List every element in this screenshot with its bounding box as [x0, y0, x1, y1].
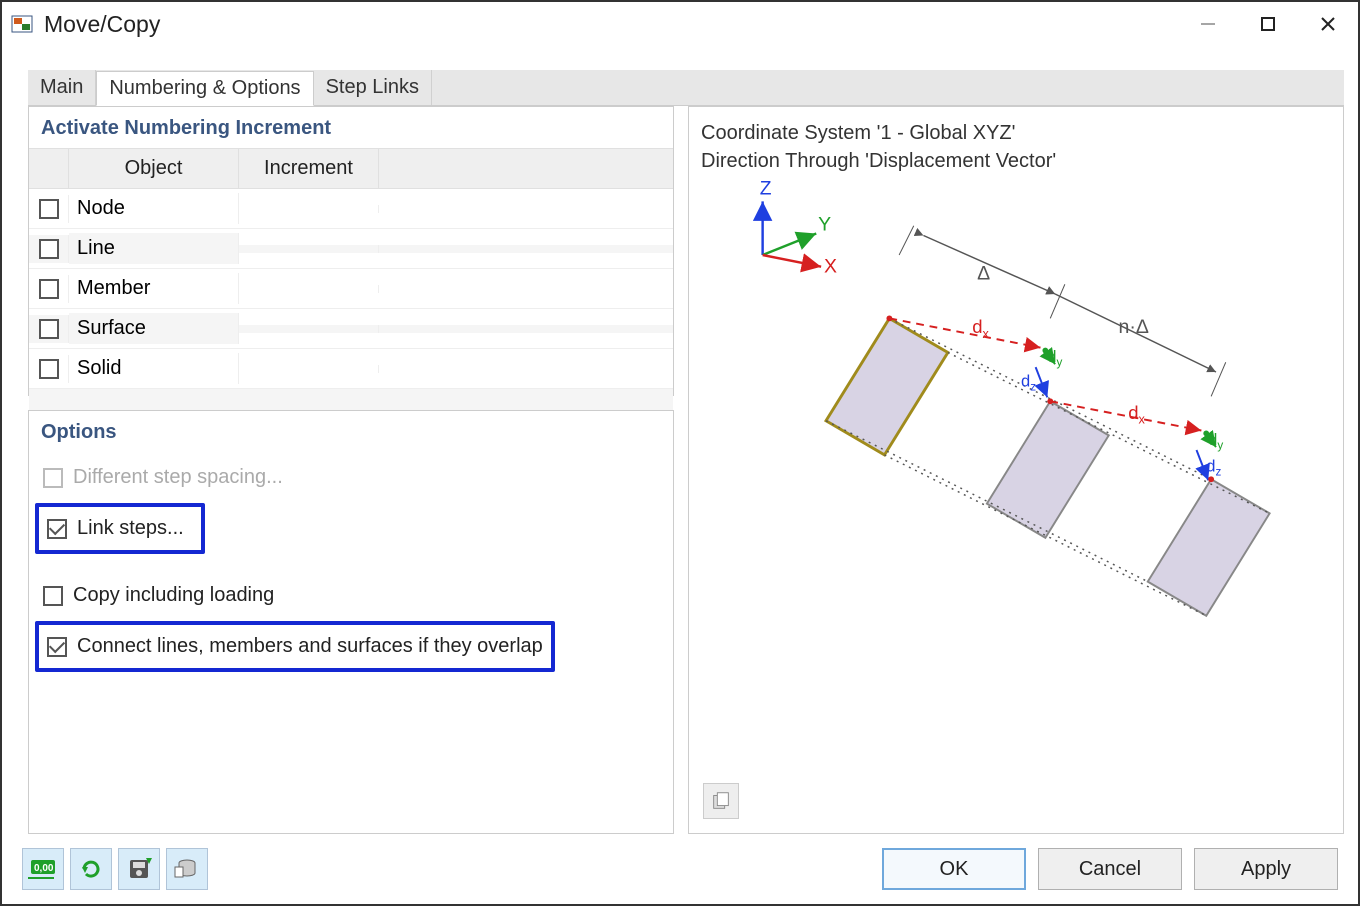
- row-node[interactable]: Node: [29, 189, 673, 229]
- row-line[interactable]: Line: [29, 229, 673, 269]
- move-copy-dialog: Move/Copy Main Numbering & Options Step …: [0, 0, 1360, 906]
- preview-cs: Coordinate System '1 - Global XYZ': [701, 119, 1331, 147]
- app-icon: [10, 12, 34, 36]
- row-member[interactable]: Member: [29, 269, 673, 309]
- svg-text:dz: dz: [1206, 456, 1221, 478]
- check-different-spacing: [43, 468, 63, 488]
- options-title: Options: [29, 411, 673, 452]
- row-solid[interactable]: Solid: [29, 349, 673, 389]
- cancel-button[interactable]: Cancel: [1038, 848, 1182, 890]
- svg-text:dx: dx: [1128, 402, 1145, 427]
- svg-text:dx: dx: [972, 316, 989, 341]
- check-copy-loading[interactable]: [43, 586, 63, 606]
- minimize-button[interactable]: [1178, 4, 1238, 44]
- db-button[interactable]: [166, 848, 208, 890]
- check-node[interactable]: [39, 199, 59, 219]
- svg-text:Δ: Δ: [977, 262, 990, 284]
- window-controls: [1178, 4, 1358, 44]
- options-panel: Options Different step spacing... Link s…: [28, 410, 674, 834]
- svg-text:dz: dz: [1021, 372, 1036, 394]
- col-increment: Increment: [239, 149, 379, 188]
- displacement-diagram: Z Y X Δ n·Δ: [709, 177, 1333, 723]
- svg-text:Z: Z: [760, 178, 772, 200]
- tab-step-links[interactable]: Step Links: [314, 70, 432, 105]
- titlebar: Move/Copy: [2, 2, 1358, 46]
- svg-text:0,00: 0,00: [34, 863, 54, 874]
- ok-button[interactable]: OK: [882, 848, 1026, 890]
- opt-copy-loading[interactable]: Copy including loading: [35, 574, 667, 617]
- check-surface[interactable]: [39, 319, 59, 339]
- tab-strip: Main Numbering & Options Step Links: [28, 70, 1344, 106]
- apply-button[interactable]: Apply: [1194, 848, 1338, 890]
- svg-text:dy: dy: [1047, 347, 1062, 369]
- opt-different-spacing: Different step spacing...: [35, 456, 667, 499]
- check-connect-overlap[interactable]: [47, 637, 67, 657]
- numbering-table: Object Increment Node Line: [29, 148, 673, 433]
- maximize-button[interactable]: [1238, 4, 1298, 44]
- tab-main[interactable]: Main: [28, 70, 96, 105]
- content: Activate Numbering Increment Object Incr…: [2, 106, 1358, 834]
- check-member[interactable]: [39, 279, 59, 299]
- numbering-title: Activate Numbering Increment: [29, 107, 673, 148]
- refresh-button[interactable]: [70, 848, 112, 890]
- preview-panel: Coordinate System '1 - Global XYZ' Direc…: [688, 106, 1344, 834]
- col-object: Object: [69, 149, 239, 188]
- copy-image-button[interactable]: [703, 783, 739, 819]
- svg-text:n·Δ: n·Δ: [1119, 316, 1149, 338]
- check-link-steps[interactable]: [47, 519, 67, 539]
- footer: 0,00 OK Cancel Apply: [2, 834, 1358, 904]
- table-header: Object Increment: [29, 148, 673, 189]
- preview-direction: Direction Through 'Displacement Vector': [701, 147, 1331, 175]
- numbering-panel: Activate Numbering Increment Object Incr…: [28, 106, 674, 396]
- row-surface[interactable]: Surface: [29, 309, 673, 349]
- window-title: Move/Copy: [44, 11, 1178, 38]
- opt-link-steps[interactable]: Link steps...: [35, 503, 205, 554]
- left-column: Activate Numbering Increment Object Incr…: [28, 106, 674, 834]
- check-line[interactable]: [39, 239, 59, 259]
- close-button[interactable]: [1298, 4, 1358, 44]
- svg-text:dy: dy: [1208, 430, 1223, 452]
- opt-connect-overlap[interactable]: Connect lines, members and surfaces if t…: [35, 621, 555, 672]
- units-button[interactable]: 0,00: [22, 848, 64, 890]
- svg-text:Y: Y: [818, 214, 831, 236]
- check-solid[interactable]: [39, 359, 59, 379]
- tab-numbering-options[interactable]: Numbering & Options: [96, 71, 313, 106]
- svg-text:X: X: [824, 256, 837, 278]
- save-data-button[interactable]: [118, 848, 160, 890]
